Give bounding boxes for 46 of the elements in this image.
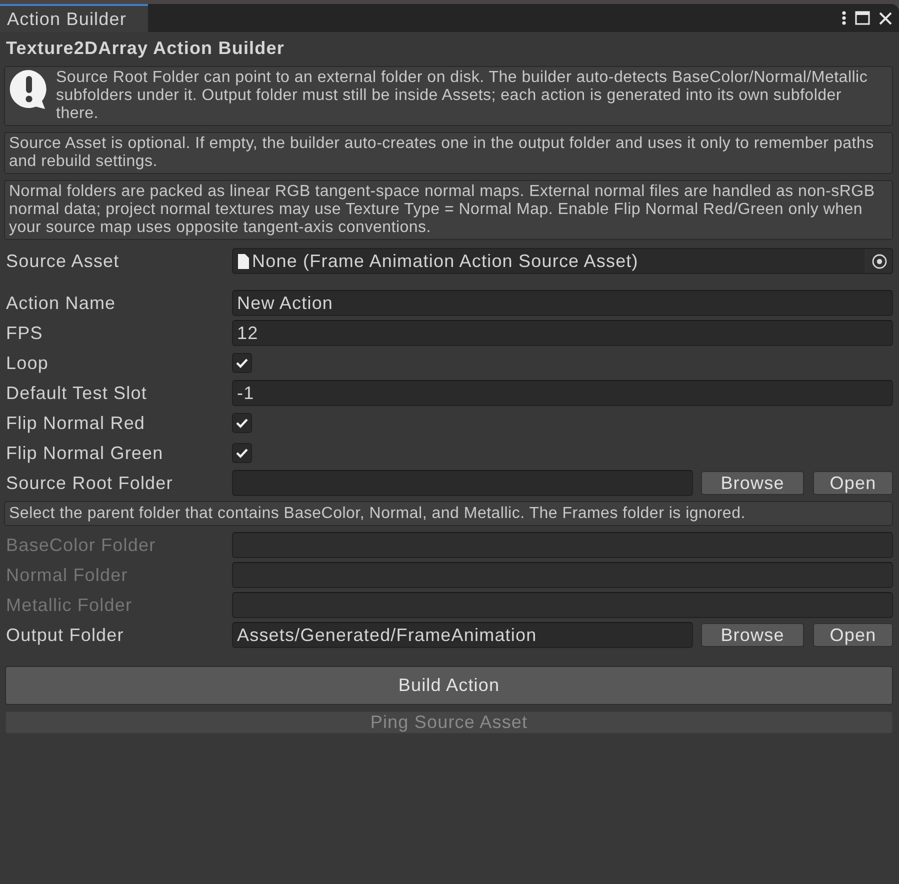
target-icon (872, 254, 886, 268)
window-tab[interactable]: Action Builder (0, 4, 148, 32)
text-field[interactable]: Assets/Generated/FrameAnimation (232, 622, 693, 648)
browse-button[interactable]: Browse (701, 471, 804, 495)
field-label: Metallic Folder (5, 594, 134, 616)
object-picker[interactable] (865, 249, 892, 273)
text-field[interactable] (232, 562, 893, 588)
panel-heading: Texture2DArray Action Builder (5, 37, 286, 59)
checkbox[interactable] (232, 413, 252, 433)
text-field[interactable]: 12 (232, 320, 893, 346)
open-button[interactable]: Open (813, 471, 893, 495)
warning-icon (9, 69, 49, 109)
checkmark-icon (236, 448, 248, 458)
checkbox[interactable] (232, 353, 252, 373)
field-label: Flip Normal Green (5, 442, 164, 464)
text-field[interactable]: New Action (232, 290, 893, 316)
help-text: Normal folders are packed as linear RGB tangent-space normal maps. External normal files are handled as non-sRGB normal data; project normal textures may use Texture Type = Normal Map. Enable Flip Normal Red/Green only when your source map uses opposite tangent-axis conventions. (9, 183, 876, 237)
checkmark-icon (236, 358, 248, 368)
help-text: Source Asset is optional. If empty, the builder auto-creates one in the output folder and uses it only to remember paths and rebuild settings. (9, 135, 875, 171)
field-label: Action Name (5, 292, 117, 314)
help-text: Select the parent folder that contains BaseColor, Normal, and Metallic. The Frames folder is ignored. (9, 504, 746, 522)
build-button[interactable]: Build Action (5, 666, 893, 705)
field-label: Output Folder (5, 624, 125, 646)
checkmark-icon (236, 418, 248, 428)
text-field[interactable] (232, 592, 893, 618)
field-label: Normal Folder (5, 564, 129, 586)
browse-button[interactable]: Browse (701, 623, 804, 647)
document-icon (238, 254, 249, 268)
text-field[interactable]: -1 (232, 380, 893, 406)
field-label: Flip Normal Red (5, 412, 146, 434)
object-field-value: None (Frame Animation Action Source Asset) (252, 250, 640, 272)
field-label: Source Asset (5, 250, 120, 272)
open-button[interactable]: Open (813, 623, 893, 647)
maximize-icon[interactable] (855, 11, 870, 25)
object-field[interactable]: None (Frame Animation Action Source Asset) (232, 248, 893, 274)
text-field[interactable] (232, 470, 693, 496)
field-label: FPS (5, 322, 44, 344)
help-text: Source Root Folder can point to an external folder on disk. The builder auto-detects BaseColor/Normal/Metallic subfolders under it. Output folder must still be inside Assets; each action is generated into its own subfolder there. (56, 69, 869, 123)
more-icon[interactable] (842, 11, 846, 25)
text-field[interactable] (232, 532, 893, 558)
close-icon[interactable] (879, 12, 892, 24)
field-label: Source Root Folder (5, 472, 174, 494)
field-label: Loop (5, 352, 50, 374)
field-label: BaseColor Folder (5, 534, 157, 556)
checkbox[interactable] (232, 443, 252, 463)
field-label: Default Test Slot (5, 382, 148, 404)
